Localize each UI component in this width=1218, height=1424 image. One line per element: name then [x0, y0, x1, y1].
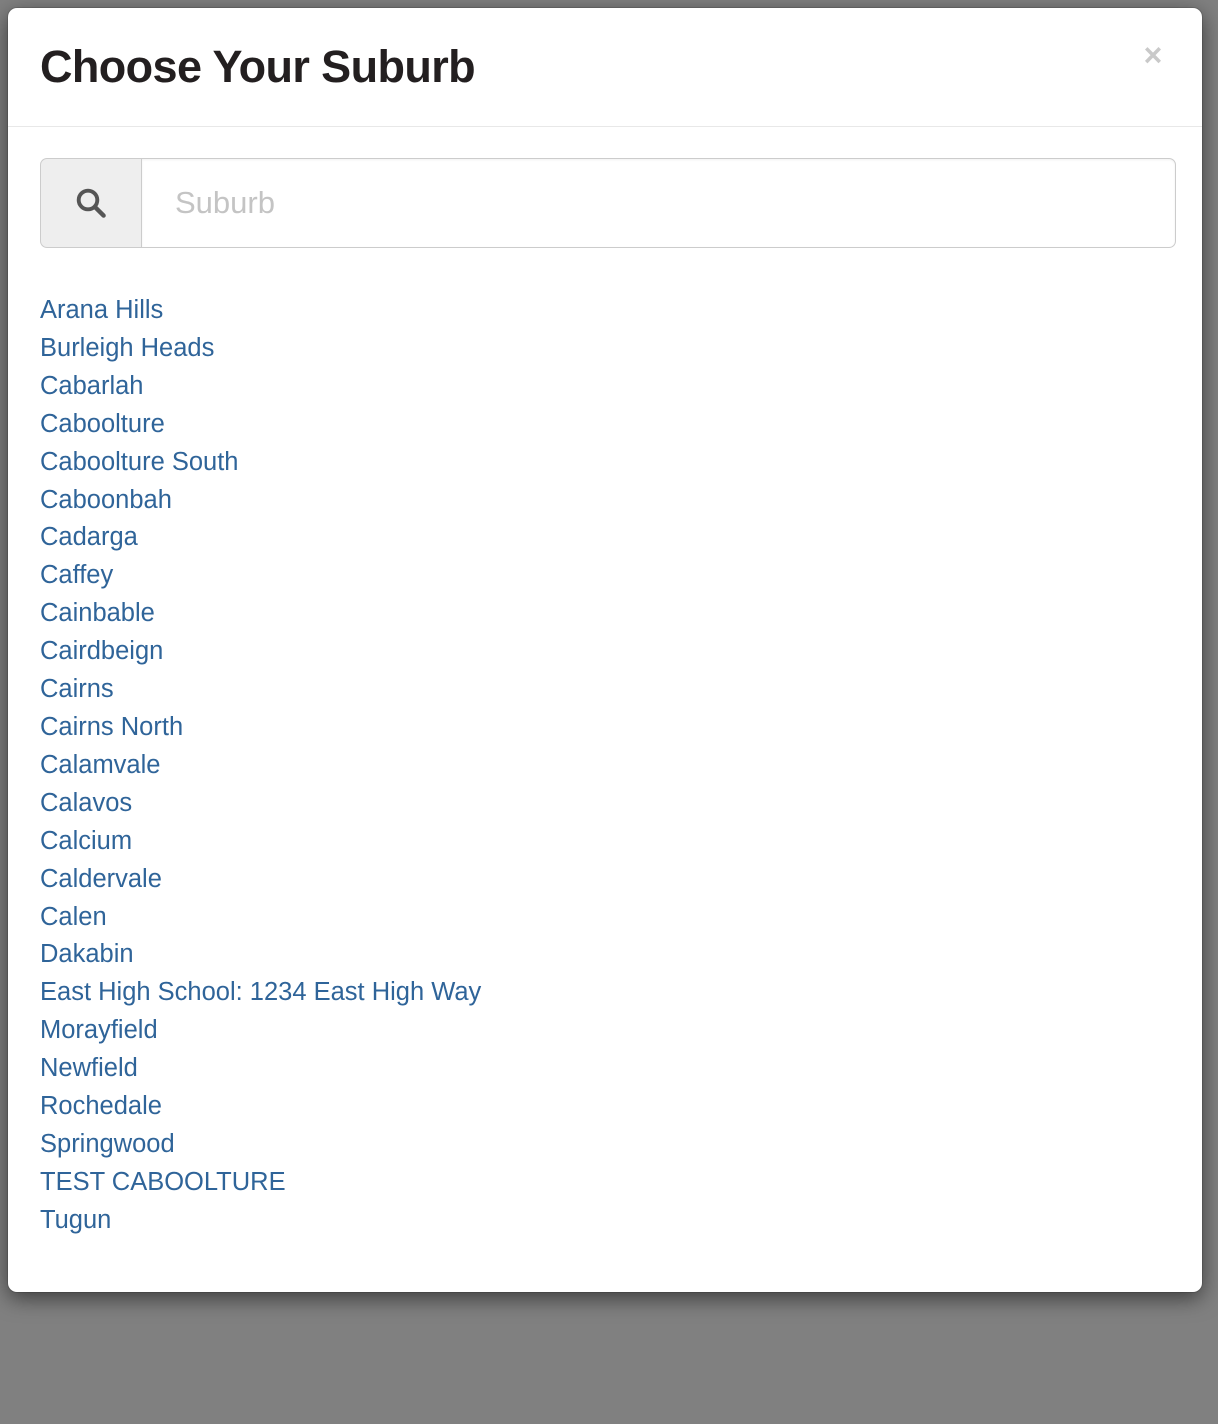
choose-suburb-modal: Choose Your Suburb × Arana Hills Burleig…: [8, 8, 1202, 1292]
suburb-link[interactable]: Calcium: [40, 823, 132, 861]
list-item: Tugun: [40, 1202, 1170, 1240]
list-item: Caffey: [40, 557, 1170, 595]
suburb-link[interactable]: Burleigh Heads: [40, 330, 214, 368]
list-item: Cainbable: [40, 595, 1170, 633]
suburb-link[interactable]: Cairdbeign: [40, 633, 163, 671]
list-item: Cairns North: [40, 709, 1170, 747]
close-icon[interactable]: ×: [1131, 33, 1175, 77]
suburb-link[interactable]: Dakabin: [40, 936, 134, 974]
suburb-link[interactable]: Arana Hills: [40, 292, 163, 330]
list-item: Cairns: [40, 671, 1170, 709]
list-item: Burleigh Heads: [40, 330, 1170, 368]
suburb-link[interactable]: Caboolture: [40, 406, 165, 444]
list-item: Cabarlah: [40, 368, 1170, 406]
suburb-link[interactable]: Cairns: [40, 671, 114, 709]
list-item: Caldervale: [40, 861, 1170, 899]
suburb-link[interactable]: TEST CABOOLTURE: [40, 1164, 286, 1202]
list-item: Cairdbeign: [40, 633, 1170, 671]
suburb-link[interactable]: Tugun: [40, 1202, 111, 1240]
modal-header: Choose Your Suburb ×: [8, 8, 1202, 127]
search-icon[interactable]: [40, 158, 141, 248]
suburb-link[interactable]: East High School: 1234 East High Way: [40, 974, 481, 1012]
suburb-link[interactable]: Caldervale: [40, 861, 162, 899]
list-item: Caboolture: [40, 406, 1170, 444]
list-item: Arana Hills: [40, 292, 1170, 330]
suburb-link[interactable]: Cairns North: [40, 709, 183, 747]
suburb-link[interactable]: Caffey: [40, 557, 113, 595]
suburb-link[interactable]: Caboonbah: [40, 482, 172, 520]
suburb-link[interactable]: Calen: [40, 899, 107, 937]
list-item: Caboolture South: [40, 444, 1170, 482]
list-item: East High School: 1234 East High Way: [40, 974, 1170, 1012]
list-item: Calamvale: [40, 747, 1170, 785]
list-item: Rochedale: [40, 1088, 1170, 1126]
list-item: Dakabin: [40, 936, 1170, 974]
list-item: Calen: [40, 899, 1170, 937]
suburb-link[interactable]: Morayfield: [40, 1012, 158, 1050]
modal-body: Arana Hills Burleigh Heads Cabarlah Cabo…: [8, 127, 1202, 1240]
list-item: Morayfield: [40, 1012, 1170, 1050]
suburb-link[interactable]: Calamvale: [40, 747, 160, 785]
suburb-link[interactable]: Springwood: [40, 1126, 175, 1164]
list-item: Caboonbah: [40, 482, 1170, 520]
page-title: Choose Your Suburb: [40, 41, 476, 92]
suburb-link[interactable]: Caboolture South: [40, 444, 238, 482]
suburb-link[interactable]: Newfield: [40, 1050, 138, 1088]
suburb-search-group: [40, 158, 1176, 248]
suburb-link[interactable]: Calavos: [40, 785, 132, 823]
search-input[interactable]: [141, 158, 1176, 248]
suburb-link[interactable]: Cainbable: [40, 595, 155, 633]
suburb-link[interactable]: Cabarlah: [40, 368, 143, 406]
list-item: TEST CABOOLTURE: [40, 1164, 1170, 1202]
suburb-link[interactable]: Cadarga: [40, 519, 138, 557]
suburb-list: Arana Hills Burleigh Heads Cabarlah Cabo…: [40, 292, 1170, 1240]
list-item: Cadarga: [40, 519, 1170, 557]
list-item: Springwood: [40, 1126, 1170, 1164]
list-item: Newfield: [40, 1050, 1170, 1088]
list-item: Calcium: [40, 823, 1170, 861]
list-item: Calavos: [40, 785, 1170, 823]
suburb-link[interactable]: Rochedale: [40, 1088, 162, 1126]
